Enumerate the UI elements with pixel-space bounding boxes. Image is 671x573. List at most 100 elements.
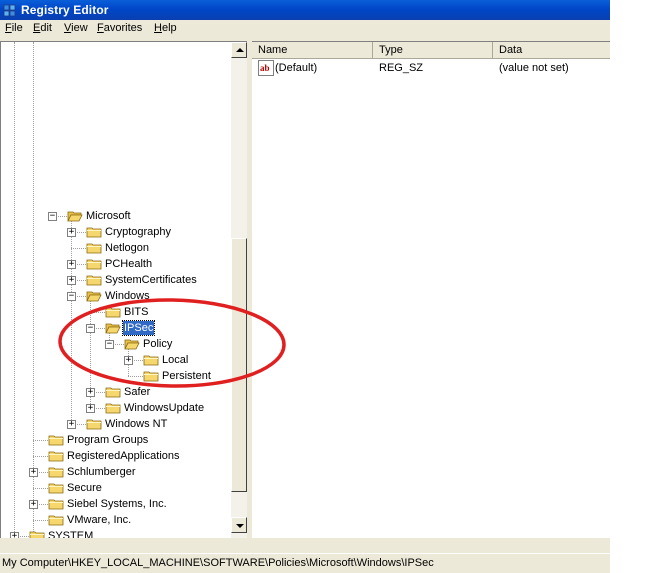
expand-plus-icon[interactable]: +	[67, 420, 76, 429]
tree-node-label: Windows NT	[105, 418, 168, 430]
menu-bar: File Edit View Favorites Help	[0, 20, 610, 39]
folder-open-icon	[124, 339, 140, 350]
menu-help[interactable]: Help	[154, 22, 177, 34]
menu-edit-label: dit	[40, 22, 52, 34]
tree-node-label: Cryptography	[105, 226, 172, 238]
menu-file-label: ile	[11, 22, 23, 34]
string-value-icon: ab	[258, 60, 274, 76]
tree-connector	[33, 488, 48, 489]
folder-icon	[48, 515, 64, 526]
tree-connector	[71, 248, 86, 249]
tree-node-label: BITS	[124, 306, 149, 318]
scroll-down-button[interactable]	[231, 517, 247, 533]
tree-node-label: Siebel Systems, Inc.	[67, 498, 167, 510]
collapse-minus-icon[interactable]: −	[67, 292, 76, 301]
tree-connector	[33, 520, 48, 521]
tree-node-label: Secure	[67, 482, 102, 494]
arrow-down-icon	[236, 524, 244, 528]
collapse-minus-icon[interactable]: −	[105, 340, 114, 349]
title-bar[interactable]: Registry Editor	[0, 0, 610, 20]
menu-file[interactable]: File	[5, 22, 23, 34]
tree-connector	[128, 376, 143, 377]
folder-icon	[48, 483, 64, 494]
expand-plus-icon[interactable]: +	[67, 228, 76, 237]
tree-connector	[33, 456, 48, 457]
menu-view-label: iew	[71, 22, 88, 34]
folder-icon	[86, 243, 102, 254]
folder-icon	[143, 355, 159, 366]
tree-node-label: Schlumberger	[67, 466, 136, 478]
tree-connector	[33, 440, 48, 441]
folder-icon	[48, 467, 64, 478]
tree-node-label: Policy	[143, 338, 173, 350]
folder-icon	[86, 259, 102, 270]
folder-icon	[143, 371, 159, 382]
menu-help-label: elp	[161, 22, 177, 34]
registry-tree-pane[interactable]: − Microsoft + Cryptography Netlogon + PCHealth…	[0, 41, 247, 538]
status-path: My Computer\HKEY_LOCAL_MACHINE\SOFTWARE\…	[2, 557, 434, 569]
tree-vertical-scrollbar[interactable]	[231, 42, 247, 538]
arrow-up-icon	[236, 48, 244, 52]
tree-node-label: Persistent	[162, 370, 211, 382]
scroll-thumb[interactable]	[231, 238, 247, 492]
menu-edit[interactable]: Edit	[33, 22, 52, 34]
expand-plus-icon[interactable]: +	[67, 276, 76, 285]
window-title: Registry Editor	[21, 3, 109, 17]
folder-icon	[105, 307, 121, 318]
column-header-type[interactable]: Type	[373, 42, 493, 59]
scroll-up-button[interactable]	[231, 42, 247, 58]
registry-editor-window: Registry Editor File Edit View Favorites…	[0, 0, 610, 573]
expand-plus-icon[interactable]: +	[86, 404, 95, 413]
menu-favorites[interactable]: Favorites	[97, 22, 142, 34]
folder-icon	[48, 435, 64, 446]
tree-node-label: Program Groups	[67, 434, 149, 446]
value-data: (value not set)	[499, 62, 569, 74]
value-name: (Default)	[275, 62, 318, 74]
value-type: REG_SZ	[379, 62, 424, 74]
tree-node-label: Microsoft	[86, 210, 131, 222]
folder-icon	[105, 387, 121, 398]
menu-file-accel: F	[5, 22, 12, 34]
tree-node-label: RegisteredApplications	[67, 450, 180, 462]
tree-node-label: Netlogon	[105, 242, 150, 254]
folder-icon	[29, 531, 45, 538]
folder-open-icon	[86, 291, 102, 302]
folder-icon	[86, 227, 102, 238]
collapse-minus-icon[interactable]: −	[48, 212, 57, 221]
tree-guide-line	[33, 42, 34, 538]
folder-open-icon	[105, 323, 121, 334]
expand-plus-icon[interactable]: +	[29, 468, 38, 477]
tree-node-label: PCHealth	[105, 258, 153, 270]
menu-help-accel: H	[154, 22, 162, 34]
collapse-minus-icon[interactable]: −	[86, 324, 95, 333]
tree-node-label: VMware, Inc.	[67, 514, 132, 526]
tree-node-label: Safer	[124, 386, 151, 398]
string-value-icon-text: ab	[260, 63, 270, 73]
menu-view[interactable]: View	[64, 22, 88, 34]
tree-node-label: SYSTEM	[48, 530, 94, 538]
status-bar: My Computer\HKEY_LOCAL_MACHINE\SOFTWARE\…	[0, 553, 610, 573]
values-list-pane[interactable]: Name Type Data ab (Default) REG_SZ (valu…	[252, 41, 610, 538]
menu-favorites-accel: F	[97, 22, 104, 34]
column-header-name[interactable]: Name	[252, 42, 373, 59]
column-header-data[interactable]: Data	[493, 42, 610, 59]
expand-plus-icon[interactable]: +	[67, 260, 76, 269]
folder-icon	[48, 451, 64, 462]
menu-favorites-label: avorites	[103, 22, 143, 34]
tree-node-label: Windows	[105, 290, 150, 302]
tree-guide-line	[14, 42, 15, 538]
tree-connector	[90, 312, 105, 313]
tree-node-label: WindowsUpdate	[124, 402, 205, 414]
expand-plus-icon[interactable]: +	[29, 500, 38, 509]
folder-icon	[48, 499, 64, 510]
expand-plus-icon[interactable]: +	[124, 356, 133, 365]
folder-icon	[86, 275, 102, 286]
expand-plus-icon[interactable]: +	[10, 532, 19, 538]
folder-icon	[105, 403, 121, 414]
tree-node-label: IPSec	[121, 320, 156, 336]
tree-node-label: Local	[162, 354, 189, 366]
tree-node-label: SystemCertificates	[105, 274, 197, 286]
folder-icon	[86, 419, 102, 430]
expand-plus-icon[interactable]: +	[86, 388, 95, 397]
registry-editor-app-icon	[3, 4, 16, 17]
